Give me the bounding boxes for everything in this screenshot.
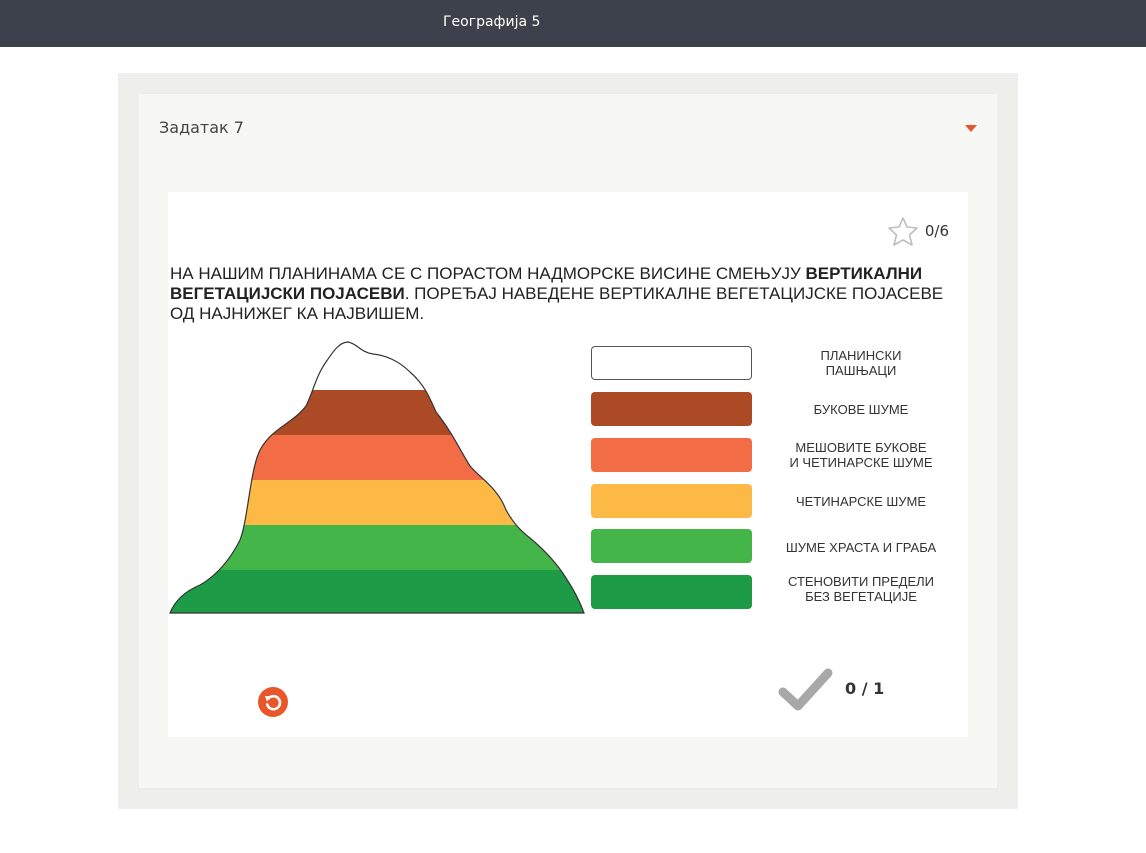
top-bar: Географија 5 [0,0,1146,47]
band-oak [170,525,584,570]
item-label-pasture[interactable]: ПЛАНИНСКИ ПАШЊАЦИ [766,348,956,378]
task-title[interactable]: Задатак 7 [159,118,244,137]
score-value: 0/6 [924,222,949,240]
band-beech [170,390,584,435]
exercise-panel: 0/6 НА НАШИМ ПЛАНИНАМА СЕ С ПОРАСТОМ НАД… [168,192,968,737]
drop-slot-5[interactable] [591,529,752,563]
score-display: 0/6 [887,216,949,246]
reset-button[interactable] [258,687,288,717]
mountain-illustration [169,341,585,614]
drop-slot-4[interactable] [591,484,752,518]
instruction-text: НА НАШИМ ПЛАНИНАМА СЕ С ПОРАСТОМ НАДМОРС… [170,264,960,324]
app-title: Географија 5 [443,14,541,30]
item-label-beech[interactable]: БУКОВЕ ШУМЕ [766,402,956,417]
band-mixed [170,435,584,480]
item-label-rocky[interactable]: СТЕНОВИТИ ПРЕДЕЛИ БЕЗ ВЕГЕТАЦИЈЕ [766,574,956,604]
drop-slot-3[interactable] [591,438,752,472]
check-icon[interactable] [778,667,834,713]
instruction-part1: НА НАШИМ ПЛАНИНАМА СЕ С ПОРАСТОМ НАДМОРС… [170,264,806,283]
band-snow [170,342,584,390]
drop-slot-1[interactable] [591,346,752,380]
drop-slot-2[interactable] [591,392,752,426]
reset-icon [265,694,282,711]
check-score: 0 / 1 [845,679,885,698]
item-label-conifer[interactable]: ЧЕТИНАРСКЕ ШУМЕ [766,494,956,509]
band-conifer [170,480,584,525]
drop-slot-6[interactable] [591,575,752,609]
star-icon [888,217,918,246]
item-label-oak[interactable]: ШУМЕ ХРАСТА И ГРАБА [766,540,956,555]
item-label-mixed[interactable]: МЕШОВИТЕ БУКОВЕ И ЧЕТИНАРСКЕ ШУМЕ [766,440,956,470]
chevron-down-icon[interactable] [965,125,977,132]
